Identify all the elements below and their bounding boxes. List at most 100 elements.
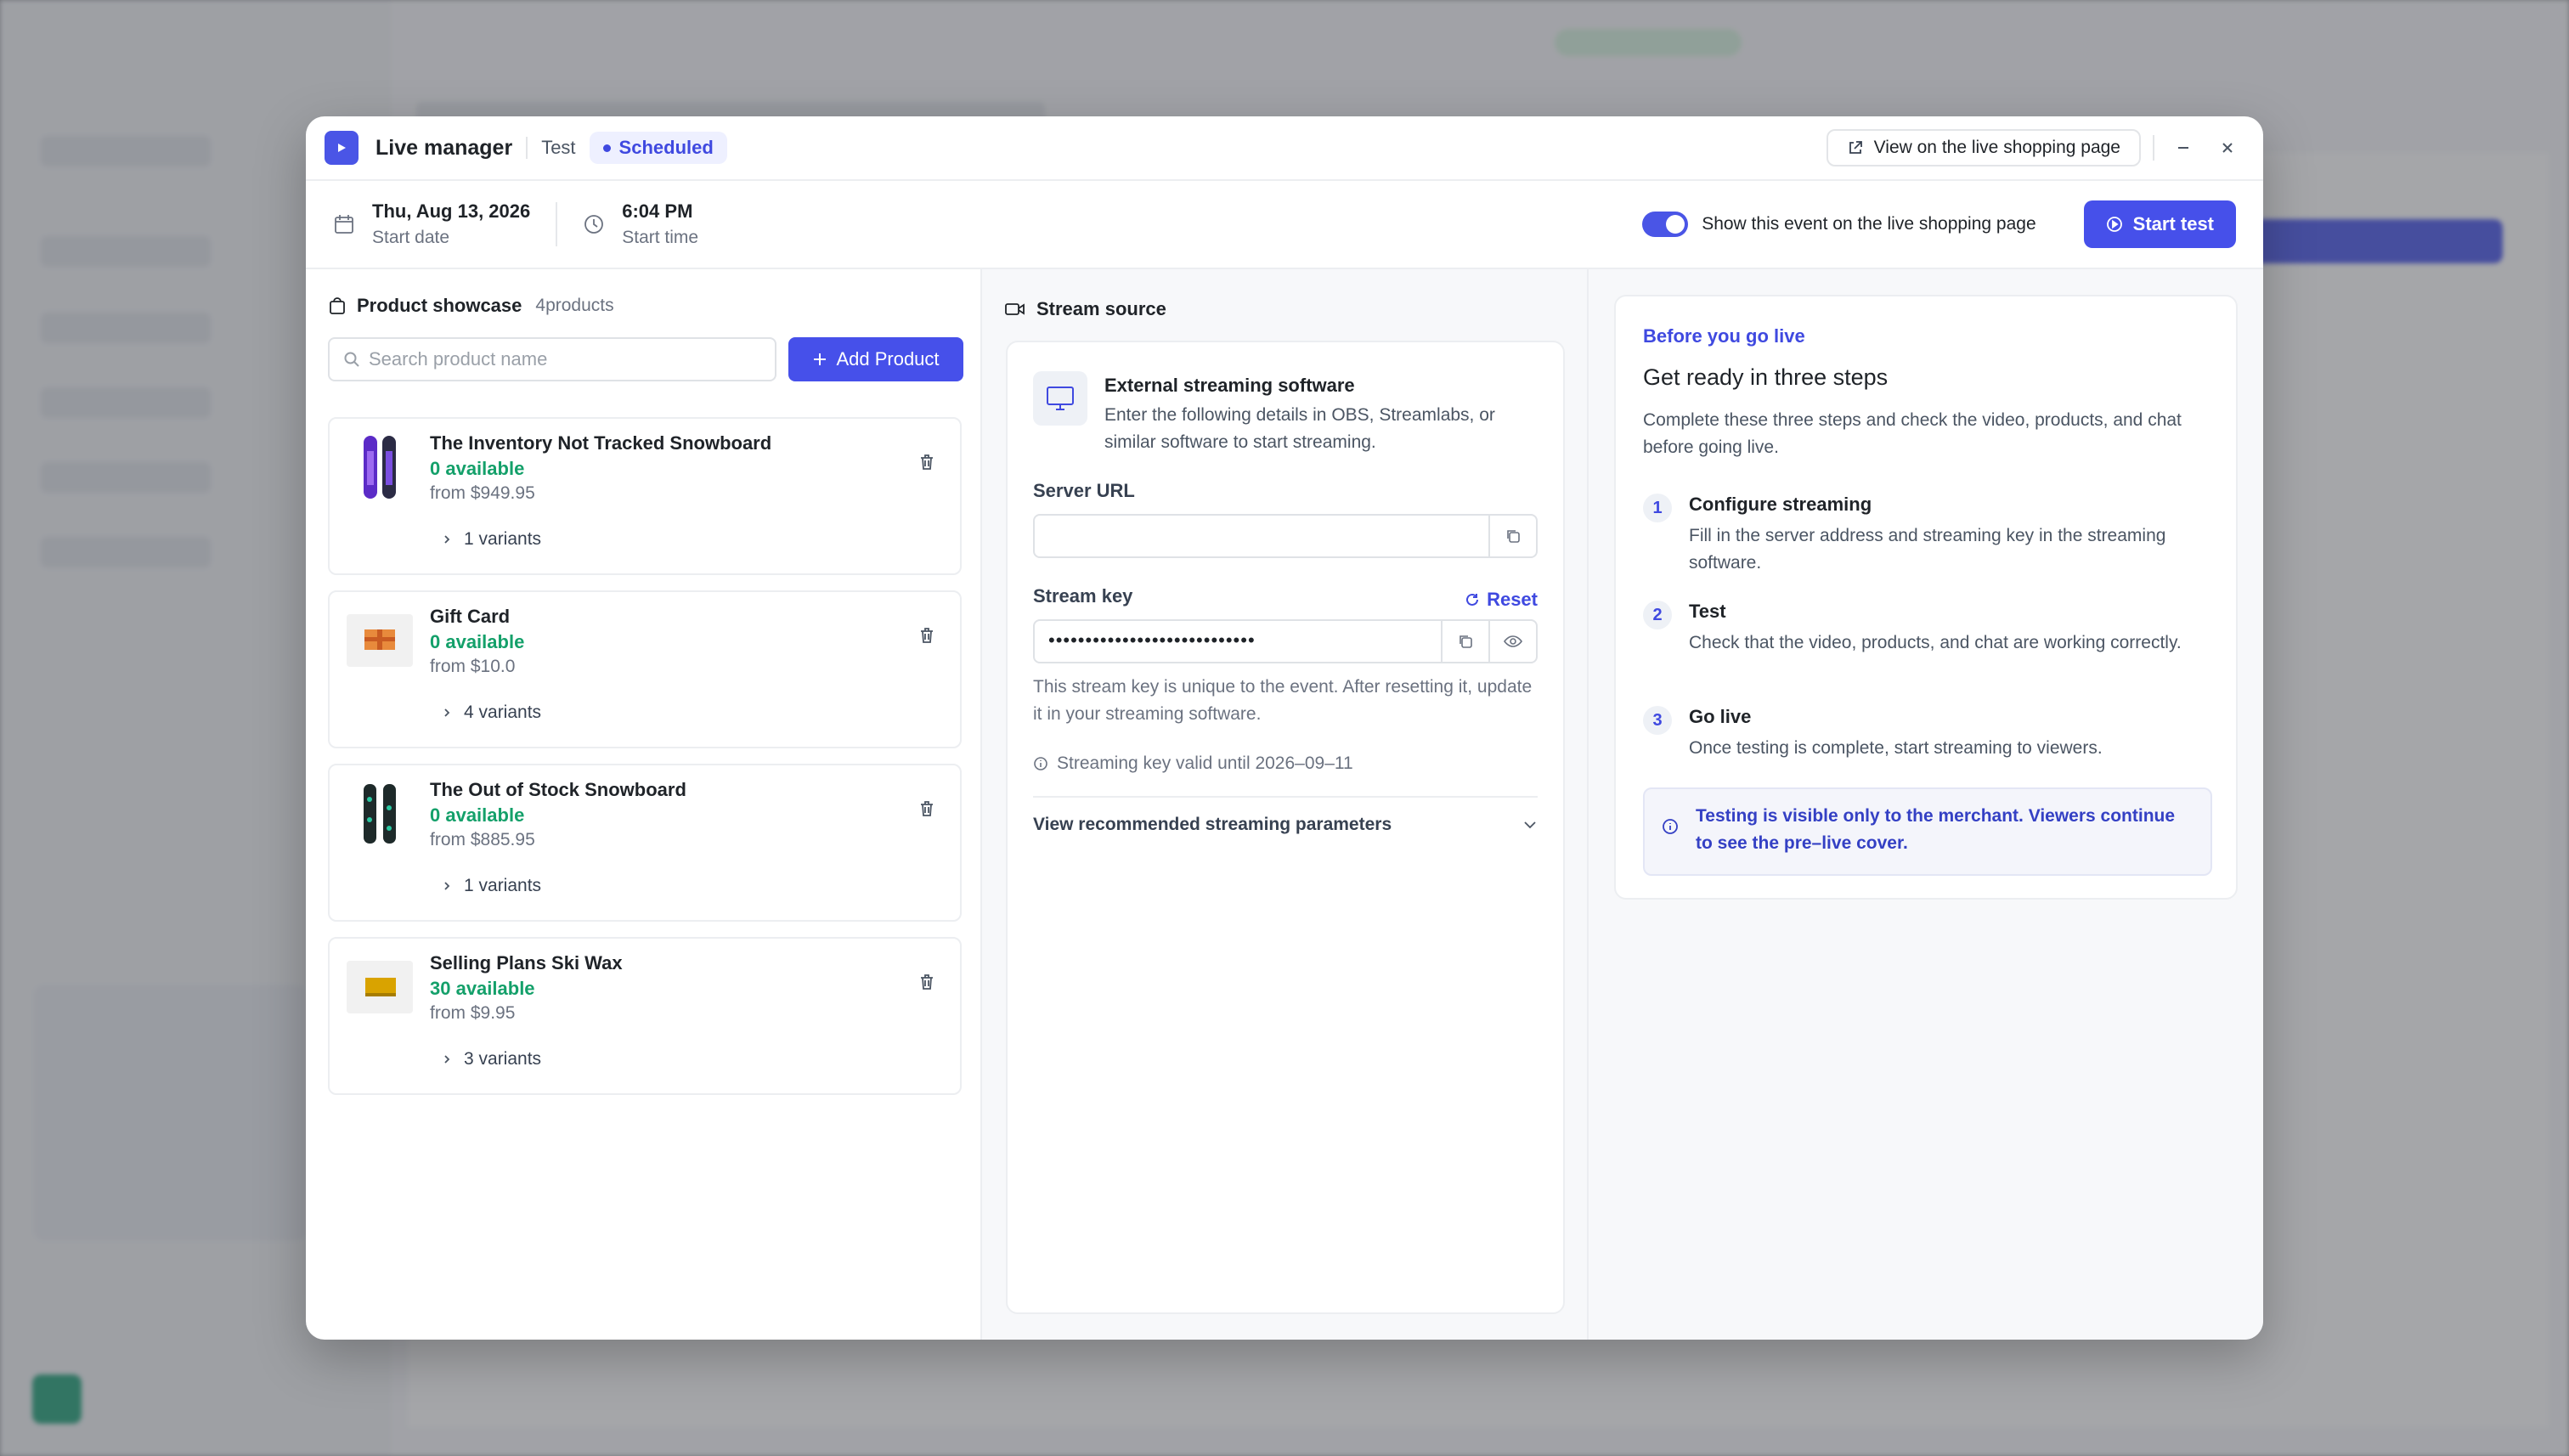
copy-server-url-button[interactable] [1488,516,1536,556]
live-manager-modal: Live manager Test Scheduled View on the … [306,116,2263,1340]
product-name: Selling Plans Ski Wax [430,952,623,973]
trash-icon [921,974,933,990]
video-camera-icon [1005,303,1025,315]
reset-stream-key-button[interactable]: Reset [1465,589,1538,611]
server-url-field[interactable] [1033,514,1538,558]
copy-icon [1507,530,1520,543]
product-variants-label: 1 variants [464,529,542,549]
app-logo-icon [325,131,359,165]
product-variants-toggle[interactable]: 1 variants [442,529,541,550]
product-price: from $9.95 [430,1003,516,1023]
step-number: 1 [1643,494,1672,522]
refresh-icon [1466,593,1479,606]
view-live-shopping-page-button[interactable]: View on the live shopping page [1826,129,2141,166]
source-description: Enter the following details in OBS, Stre… [1104,405,1495,452]
status-badge: Scheduled [589,132,727,164]
step-description: Once testing is complete, start streamin… [1689,738,2103,758]
copy-icon [1460,635,1472,648]
ski-wax-icon [347,954,413,1020]
delete-product-button[interactable] [918,799,936,822]
streaming-parameters-toggle[interactable]: View recommended streaming parameters [1033,815,1538,835]
stream-key-validity: Streaming key valid until 2026–09–11 [1033,753,1353,774]
close-icon [2222,143,2233,153]
testing-visibility-note: Testing is visible only to the merchant.… [1643,787,2212,876]
reset-label: Reset [1487,589,1538,610]
calendar-icon [335,215,353,234]
product-name: The Out of Stock Snowboard [430,779,686,800]
monitor-icon [1033,371,1087,426]
search-product-input[interactable]: Search product name [328,337,776,381]
plus-icon [814,353,827,365]
product-card: Selling Plans Ski Wax 30 available from … [328,937,962,1095]
step-title: Test [1689,601,1726,622]
snowboard-dark-icon [347,781,413,847]
product-price: from $885.95 [430,830,535,849]
add-product-label: Add Product [836,348,940,370]
server-url-label: Server URL [1033,480,1135,501]
delete-product-button[interactable] [918,973,936,996]
play-circle-icon [2106,217,2122,232]
start-time-value: 6:04 PM [622,200,693,222]
chevron-right-icon [444,535,450,544]
close-button[interactable] [2210,131,2244,165]
product-availability: 30 available [430,978,535,999]
product-variants-toggle[interactable]: 4 variants [442,703,541,723]
modal-title: Live manager [375,135,513,160]
shopping-bag-icon [330,297,345,314]
eye-icon [1504,635,1522,647]
chevron-right-icon [444,882,450,890]
trash-icon [921,801,933,816]
stream-key-field[interactable]: •••••••••••••••••••••••••••• [1033,619,1538,663]
minimize-button[interactable] [2166,131,2200,165]
step-number: 2 [1643,601,1672,629]
show-event-toggle[interactable] [1642,212,1689,237]
product-variants-label: 1 variants [464,876,542,895]
copy-stream-key-button[interactable] [1441,621,1488,662]
trash-icon [921,454,933,470]
step-description: Fill in the server address and streaming… [1689,526,2166,573]
gift-card-icon [347,607,413,674]
stream-key-hint: This stream key is unique to the event. … [1033,677,1533,724]
clock-icon [584,215,604,234]
stream-source-heading: Stream source [1004,298,1166,320]
product-variants-toggle[interactable]: 3 variants [442,1049,541,1069]
info-icon [1663,819,1678,834]
product-variants-label: 3 variants [464,1049,542,1069]
view-live-shopping-page-label: View on the live shopping page [1873,138,2120,157]
step-title: Configure streaming [1689,494,1872,515]
product-count: 4products [535,296,614,315]
stream-key-label: Stream key [1033,585,1133,607]
schedule-divider [556,202,558,246]
stream-config-card: External streaming software Enter the fo… [1006,341,1565,1314]
product-availability: 0 available [430,804,525,826]
add-product-button[interactable]: Add Product [788,337,963,381]
stream-source-title: Stream source [1036,298,1166,319]
chevron-down-icon [1524,821,1536,829]
product-card: The Out of Stock Snowboard 0 available f… [328,764,962,922]
product-variants-toggle[interactable]: 1 variants [442,876,541,896]
step-description: Check that the video, products, and chat… [1689,633,2182,652]
start-test-button[interactable]: Start test [2083,200,2236,248]
start-test-label: Start test [2132,213,2214,234]
delete-product-button[interactable] [918,453,936,476]
external-link-icon [1849,141,1862,154]
go-live-checklist-card: Before you go live Get ready in three st… [1614,295,2238,900]
product-showcase-panel: Product showcase 4products Search produc… [306,269,982,1340]
show-stream-key-button[interactable] [1488,621,1536,662]
product-variants-label: 4 variants [464,703,542,722]
delete-product-button[interactable] [918,626,936,649]
product-card: Gift Card 0 available from $10.0 4 varia… [328,590,962,748]
step-title: Go live [1689,706,1752,727]
go-live-checklist-panel: Before you go live Get ready in three st… [1589,269,2263,1340]
streaming-parameters-label: View recommended streaming parameters [1033,815,1392,834]
product-showcase-title: Product showcase [357,295,522,316]
testing-visibility-text: Testing is visible only to the merchant.… [1696,806,2176,853]
stream-key-validity-text: Streaming key valid until 2026–09–11 [1057,753,1353,773]
source-title: External streaming software [1104,375,1355,396]
show-event-toggle-label: Show this event on the live shopping pag… [1702,214,2036,234]
status-badge-label: Scheduled [618,137,714,158]
product-availability: 0 available [430,458,525,479]
header-divider [2153,135,2154,161]
trash-icon [921,628,933,643]
chevron-right-icon [444,1055,450,1064]
